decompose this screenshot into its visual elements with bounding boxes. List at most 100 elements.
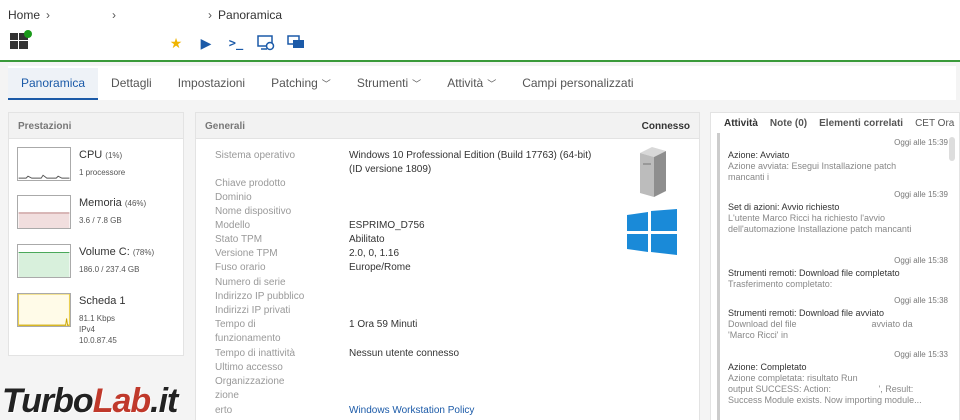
tab-note[interactable]: Note (0) xyxy=(770,118,807,129)
entry-detail: Download del file avviato da xyxy=(728,319,913,329)
entry-detail: 'Marco Ricci' in xyxy=(728,330,788,340)
entry-detail: Azione avviata: Esegui Installazione pat… xyxy=(728,161,897,171)
activity-panel: Attività Note (0) Elementi correlati CET… xyxy=(710,112,960,420)
chevron-down-icon: ﹀ xyxy=(321,79,331,89)
watermark-part: .it xyxy=(150,382,178,420)
entry-time: Oggi alle 15:39 xyxy=(894,138,948,147)
chevron-right-icon: › xyxy=(46,8,51,22)
volume-metric[interactable]: Volume C: (78%) 186.0 / 237.4 GB xyxy=(17,244,181,280)
entry-time: Oggi alle 15:38 xyxy=(894,296,948,305)
turbolab-watermark: TurboLab.it xyxy=(2,382,178,420)
panel-header: Generali Connesso xyxy=(196,113,699,139)
breadcrumb: Home › › › Panoramica xyxy=(8,8,282,22)
desktop-tower-icon xyxy=(640,147,666,197)
policy-link[interactable]: Windows Workstation Policy xyxy=(349,404,619,417)
activity-feed: Oggi alle 15:39 Azione: Avviato Azione a… xyxy=(717,133,948,420)
entry-time: Oggi alle 15:33 xyxy=(894,350,948,359)
activity-entry[interactable]: Oggi alle 15:39 Azione: Avviato Azione a… xyxy=(728,137,948,183)
star-icon[interactable]: ★ xyxy=(166,34,186,52)
entry-time: Oggi alle 15:38 xyxy=(894,256,948,265)
breadcrumb-current: Panoramica xyxy=(218,8,283,22)
breadcrumb-home[interactable]: Home xyxy=(8,8,40,22)
entry-detail: Trasferimento completato: xyxy=(728,279,833,289)
windows-logo-icon xyxy=(627,209,677,255)
tab-dettagli[interactable]: Dettagli xyxy=(98,76,165,100)
activity-entry[interactable]: Oggi alle 15:38 Strumenti remoti: Downlo… xyxy=(728,255,948,290)
memory-name: Memoria (46%) xyxy=(79,197,146,209)
tab-label: Strumenti xyxy=(356,76,409,90)
play-icon[interactable]: ▶ xyxy=(196,34,216,52)
tab-strumenti[interactable]: Strumenti ﹀ xyxy=(344,76,434,100)
tab-attivita[interactable]: Attività ﹀ xyxy=(434,76,509,100)
nic-sparkline xyxy=(17,293,71,327)
tab-attivita-feed[interactable]: Attività xyxy=(724,118,758,129)
remote-tools-icon[interactable] xyxy=(256,34,276,52)
nic-metric[interactable]: Scheda 1 81.1 Kbps IPv4 10.0.87.45 xyxy=(17,293,181,346)
online-status-dot xyxy=(24,30,32,38)
entry-detail: Azione completata: risultato Run xyxy=(728,373,858,383)
cpu-sparkline xyxy=(17,147,71,181)
chevron-down-icon: ﹀ xyxy=(487,79,497,89)
cpu-metric[interactable]: CPU (1%) 1 processore xyxy=(17,147,181,183)
tab-panoramica[interactable]: Panoramica xyxy=(8,68,99,100)
general-panel: Generali Connesso Sistema operativo Chia… xyxy=(195,112,700,420)
volume-percent: (78%) xyxy=(132,248,155,257)
toolbar: ★ ▶ >_ xyxy=(166,34,306,52)
tab-elementi-correlati[interactable]: Elementi correlati xyxy=(819,118,903,129)
idle-value: Nessun utente connesso xyxy=(349,348,460,359)
cpu-sub: 1 processore xyxy=(79,168,126,177)
chevron-down-icon: ﹀ xyxy=(412,79,422,89)
page: Home › › › Panoramica ★ ▶ >_ Panoramica xyxy=(0,0,960,420)
volume-name: Volume C: (78%) xyxy=(79,246,154,258)
connection-status: Connesso xyxy=(641,121,690,132)
entry-detail: dell'automazione Installazione patch man… xyxy=(728,224,912,234)
field-label: Indirizzo IP pubblico xyxy=(215,291,305,302)
memory-sparkline xyxy=(17,195,71,229)
tab-bar: Panoramica Dettagli Impostazioni Patchin… xyxy=(8,66,956,100)
field-label: funzionamento xyxy=(215,333,281,344)
memory-percent: (46%) xyxy=(124,199,147,208)
remote-desktop-icon[interactable] xyxy=(286,34,306,52)
nic-protocol: IPv4 xyxy=(79,325,96,334)
field-label: Numero di serie xyxy=(215,277,286,288)
memory-metric[interactable]: Memoria (46%) 3.6 / 7.8 GB xyxy=(17,195,181,231)
field-label: Modello xyxy=(215,220,251,231)
model-value: ESPRIMO_D756 xyxy=(349,220,425,231)
tab-label: Attività xyxy=(447,76,484,90)
tab-campi-personalizzati[interactable]: Campi personalizzati xyxy=(509,76,646,100)
volume-sub: 186.0 / 237.4 GB xyxy=(79,265,140,274)
entry-detail: L'utente Marco Ricci ha richiesto l'avvi… xyxy=(728,213,886,223)
entry-detail: output SUCCESS: Action: ', Result: xyxy=(728,384,914,394)
memory-sub: 3.6 / 7.8 GB xyxy=(79,216,122,225)
memory-label: Memoria xyxy=(79,197,122,209)
field-label: Fuso orario xyxy=(215,262,266,273)
nic-ip: 10.0.87.45 xyxy=(79,336,117,345)
os-version-value: (ID versione 1809) xyxy=(349,164,432,175)
tab-patching[interactable]: Patching ﹀ xyxy=(258,76,344,100)
activity-entry[interactable]: Oggi alle 15:39 Set di azioni: Avvio ric… xyxy=(728,189,948,235)
top-bar: Home › › › Panoramica ★ ▶ >_ xyxy=(0,0,960,62)
volume-sparkline xyxy=(17,244,71,278)
nic-name: Scheda 1 xyxy=(79,295,126,307)
nic-sub: 81.1 Kbps IPv4 10.0.87.45 xyxy=(79,313,117,346)
scrollbar[interactable] xyxy=(949,137,955,161)
activity-entry[interactable]: Oggi alle 15:33 Azione: Completato Azion… xyxy=(728,349,948,406)
field-label: Indirizzi IP privati xyxy=(215,305,291,316)
chevron-right-icon: › xyxy=(208,8,213,22)
field-label: Stato TPM xyxy=(215,234,263,245)
field-label: zione xyxy=(215,390,239,401)
field-label: erto xyxy=(215,405,233,416)
field-label: Ultimo accesso xyxy=(215,362,283,373)
chevron-right-icon: › xyxy=(112,8,117,22)
cpu-percent: (1%) xyxy=(105,151,123,160)
uptime-value: 1 Ora 59 Minuti xyxy=(349,319,418,330)
terminal-icon[interactable]: >_ xyxy=(226,34,246,52)
timezone-value: Europe/Rome xyxy=(349,262,411,273)
timezone-label: CET Ora xyxy=(915,118,955,129)
entry-time: Oggi alle 15:39 xyxy=(894,190,948,199)
entry-detail: Success Module exists. Now importing mod… xyxy=(728,395,922,405)
activity-entry[interactable]: Oggi alle 15:38 Strumenti remoti: Downlo… xyxy=(728,295,948,341)
activity-tabs: Attività Note (0) Elementi correlati CET… xyxy=(724,118,954,129)
field-label: Nome dispositivo xyxy=(215,206,292,217)
tab-impostazioni[interactable]: Impostazioni xyxy=(165,76,258,100)
